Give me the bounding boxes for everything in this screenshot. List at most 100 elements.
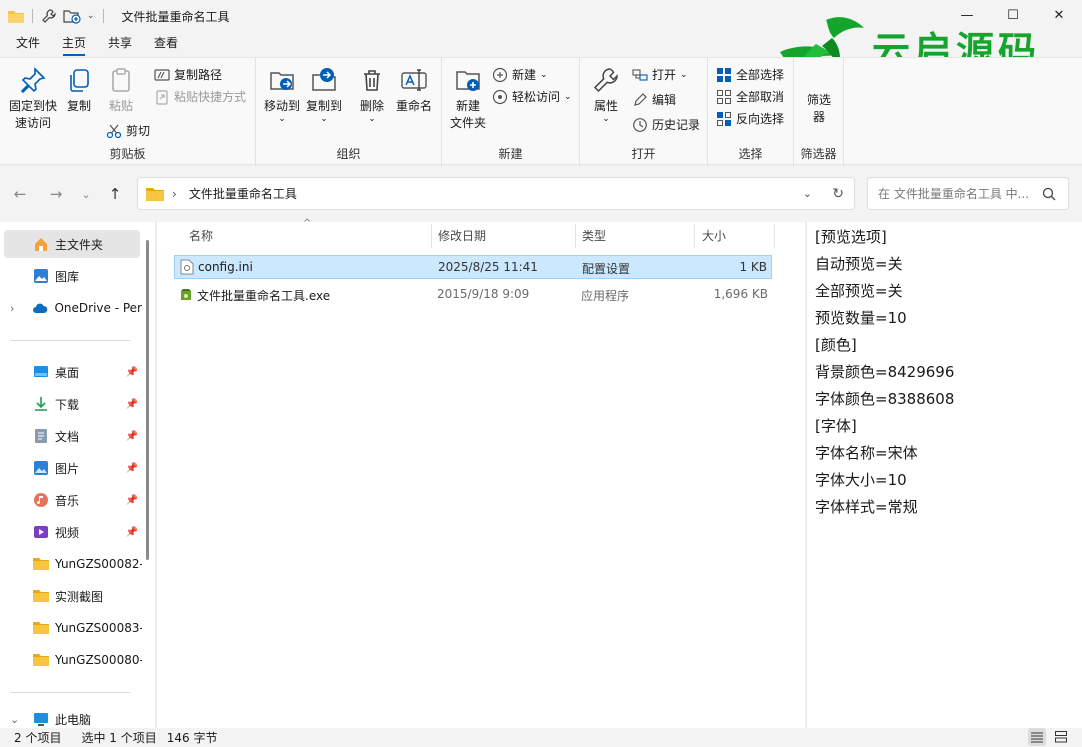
details-view-icon <box>1031 732 1043 743</box>
customize-quick-access-icon[interactable]: ⌄ <box>87 11 95 21</box>
paste-shortcut-icon <box>156 89 168 105</box>
up-button[interactable]: ↑ <box>105 184 125 204</box>
folder-icon <box>33 590 49 602</box>
filter-button[interactable]: 筛选 器 <box>800 92 838 126</box>
paste-button[interactable]: 粘贴 <box>106 66 136 115</box>
open-button[interactable]: 打开 ⌄ <box>632 66 688 83</box>
nav-item-gallery[interactable]: 图库 <box>0 262 142 290</box>
table-row[interactable]: config.ini 2025/8/25 11:41 配置设置 1 KB <box>174 255 772 279</box>
address-dropdown-icon[interactable]: ⌄ <box>803 187 812 200</box>
filter-label-line1: 筛选 <box>806 93 831 107</box>
easy-access-button[interactable]: 轻松访问 ⌄ <box>492 88 572 105</box>
tiles-view-icon <box>1055 731 1067 743</box>
preview-line: [预览选项] <box>815 228 887 246</box>
preview-line: 背景颜色=8429696 <box>815 363 955 381</box>
title-separator-2 <box>102 9 104 23</box>
column-header-modified[interactable]: 修改日期 <box>438 222 486 248</box>
new-folder-button[interactable]: 新建 文件夹 <box>446 66 490 132</box>
rename-button[interactable]: 重命名 <box>394 66 434 115</box>
tab-view[interactable]: 查看 <box>143 32 189 56</box>
tab-file[interactable]: 文件 <box>0 32 51 56</box>
nav-item-folder[interactable]: YunGZS00082- <box>0 550 142 578</box>
nav-item-pictures[interactable]: 图片 📌 <box>0 454 142 482</box>
nav-item-downloads[interactable]: 下载 📌 <box>0 390 142 418</box>
pin-icon[interactable]: 📌 <box>126 399 138 410</box>
history-button[interactable]: 历史记录 <box>632 116 700 133</box>
nav-downloads-label: 下载 <box>55 397 80 412</box>
nav-item-videos[interactable]: 视频 📌 <box>0 518 142 546</box>
preview-line: 预览数量=10 <box>815 309 907 327</box>
file-name[interactable]: config.ini <box>198 260 253 274</box>
history-icon <box>633 117 647 132</box>
easy-access-icon <box>492 89 508 104</box>
open-group-label: 打开 <box>631 147 656 161</box>
column-header-name[interactable]: 名称 <box>189 222 213 248</box>
nav-item-documents[interactable]: 文档 📌 <box>0 422 142 450</box>
delete-button[interactable]: 删除 ⌄ <box>356 66 388 124</box>
pin-to-quick-access-button[interactable]: 固定到快 速访问 <box>8 66 58 132</box>
paste-shortcut-button[interactable]: 粘贴快捷方式 <box>154 88 246 105</box>
tiles-view-button[interactable] <box>1052 728 1070 746</box>
tab-home[interactable]: 主页 <box>51 32 97 56</box>
search-icon[interactable] <box>1042 187 1056 201</box>
tab-share[interactable]: 共享 <box>97 32 143 56</box>
pin-icon[interactable]: 📌 <box>126 495 138 506</box>
select-all-icon <box>717 67 731 82</box>
refresh-icon[interactable]: ↻ <box>832 186 844 202</box>
folder-icon <box>8 11 24 23</box>
table-row[interactable]: 文件批量重命名工具.exe 2015/9/18 9:09 应用程序 1,696 … <box>174 283 772 307</box>
nav-item-folder[interactable]: YunGZS00083- <box>0 614 142 642</box>
select-none-button[interactable]: 全部取消 <box>716 88 784 105</box>
file-modified: 2015/9/18 9:09 <box>437 287 530 301</box>
nav-item-music[interactable]: 音乐 📌 <box>0 486 142 514</box>
column-name-label: 名称 <box>189 228 214 243</box>
column-separator[interactable] <box>575 224 576 248</box>
file-name[interactable]: 文件批量重命名工具.exe <box>197 287 330 304</box>
nav-item-folder[interactable]: YunGZS00080- <box>0 646 142 674</box>
file-size: 1,696 KB <box>713 287 768 301</box>
column-separator[interactable] <box>694 224 695 248</box>
cut-button[interactable]: 剪切 <box>106 122 150 139</box>
nav-item-desktop[interactable]: 桌面 📌 <box>0 358 142 386</box>
edit-button[interactable]: 编辑 <box>632 91 676 108</box>
pencil-icon <box>634 92 647 106</box>
column-header-size[interactable]: 大小 <box>702 222 726 248</box>
pin-icon[interactable]: 📌 <box>126 367 138 378</box>
new-folder-quick-icon[interactable] <box>63 8 81 24</box>
cloud-icon <box>33 303 48 313</box>
file-type: 应用程序 <box>581 289 630 303</box>
search-box[interactable]: 在 文件批量重命名工具 中... <box>867 177 1069 210</box>
copy-to-button[interactable]: 复制到 ⌄ <box>302 66 346 124</box>
pin-icon[interactable]: 📌 <box>126 463 138 474</box>
move-to-button[interactable]: 移动到 ⌄ <box>260 66 304 124</box>
expand-chevron-icon[interactable]: ⌄ <box>10 713 24 726</box>
invert-selection-button[interactable]: 反向选择 <box>716 110 784 127</box>
forward-button[interactable]: → <box>46 184 66 204</box>
pin-icon[interactable]: 📌 <box>126 527 138 538</box>
details-view-button[interactable] <box>1028 728 1046 746</box>
nav-item-onedrive[interactable]: › OneDrive - Per <box>0 294 142 322</box>
nav-scrollbar[interactable] <box>146 240 149 560</box>
properties-quick-icon[interactable] <box>41 8 57 24</box>
pin-icon[interactable]: 📌 <box>126 431 138 442</box>
open-group: 属性 ⌄ 打开 ⌄ 编辑 历史记录 打开 <box>580 58 708 166</box>
nav-item-home[interactable]: 主文件夹 <box>4 230 140 258</box>
pin-icon <box>20 67 46 94</box>
new-item-button[interactable]: 新建 ⌄ <box>492 66 548 83</box>
recent-locations-button[interactable]: ⌄ <box>76 184 96 204</box>
copy-button[interactable]: 复制 <box>64 66 94 115</box>
copy-path-button[interactable]: 复制路径 <box>154 66 222 83</box>
column-header-type[interactable]: 类型 <box>582 222 606 248</box>
clipboard-group-label: 剪贴板 <box>109 147 146 161</box>
address-bar[interactable]: › 文件批量重命名工具 ⌄ ↻ <box>137 177 855 210</box>
column-separator[interactable] <box>431 224 432 248</box>
breadcrumb-chevron-icon[interactable]: › <box>172 187 177 201</box>
back-button[interactable]: ← <box>10 184 30 204</box>
expand-chevron-icon[interactable]: › <box>10 302 23 315</box>
select-all-button[interactable]: 全部选择 <box>716 66 784 83</box>
properties-button[interactable]: 属性 ⌄ <box>588 66 624 124</box>
column-separator[interactable] <box>774 224 775 248</box>
nav-item-this-pc[interactable]: ⌄ 此电脑 <box>0 710 142 728</box>
breadcrumb-current[interactable]: 文件批量重命名工具 <box>189 185 297 202</box>
nav-item-folder[interactable]: 实测截图 <box>0 582 142 610</box>
